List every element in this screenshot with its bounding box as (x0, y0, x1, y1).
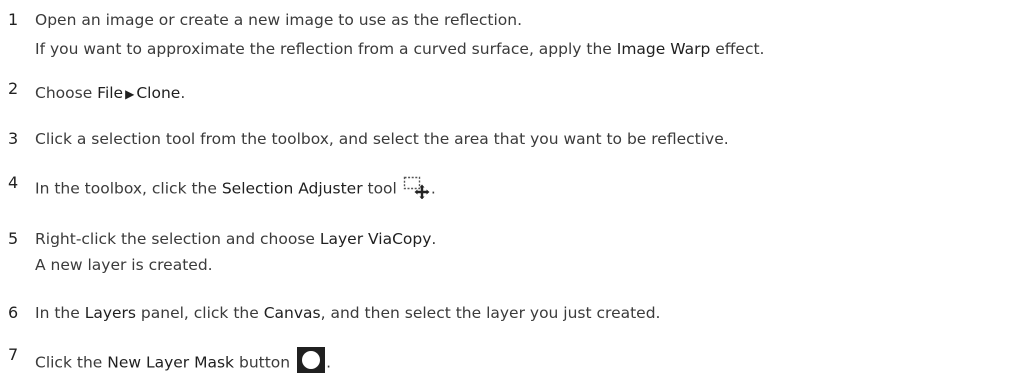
step-text-part: A new layer is created. (35, 256, 213, 274)
step-text: In the toolbox, click the Selection Adju… (35, 175, 436, 201)
step-number: 7 (8, 345, 19, 364)
step-text-part: If you want to approximate the reflectio… (35, 40, 617, 58)
menu-arrow-glyph: ▶ (125, 87, 135, 101)
step-text-part: Click the (35, 353, 108, 372)
step-number: 6 (8, 303, 19, 322)
step-text-part: effect. (710, 40, 765, 58)
step-number: 2 (8, 79, 19, 98)
step-text: Open an image or create a new image to u… (35, 10, 522, 30)
step-text-part: Open an image or create a new image to u… (35, 11, 523, 29)
ui-term: File (97, 84, 124, 102)
instruction-steps: 1 Open an image or create a new image to… (0, 0, 1018, 379)
ui-term: Image Warp (616, 40, 711, 58)
step-text-part: , and then select the layer you just cre… (320, 304, 661, 322)
ui-term: Copy (392, 230, 432, 248)
step-text-part: tool (362, 179, 397, 198)
step-text: Click the New Layer Mask button. (35, 346, 332, 377)
selection-adjuster-icon (403, 175, 431, 200)
step-text-part: In the toolbox, click the (35, 179, 222, 198)
step-text: Choose File ▶ Clone. (35, 83, 185, 104)
step-text-part: Click a selection tool from the toolbox,… (35, 130, 729, 148)
step-text-part: . (431, 230, 437, 248)
ui-term: Selection Adjuster (221, 179, 363, 198)
new-layer-mask-icon (296, 346, 326, 374)
step-number: 4 (8, 173, 19, 192)
step-text-part: Choose (35, 84, 98, 102)
step-subtext: If you want to approximate the reflectio… (35, 39, 765, 59)
ui-term: Canvas (263, 304, 321, 322)
step-text-part: button (234, 353, 291, 372)
ui-term: Layer Via (319, 230, 393, 248)
step-text-part: panel, click the (135, 304, 264, 322)
step-number: 5 (8, 229, 19, 248)
step-text-part: In the (35, 304, 85, 322)
step-subtext: A new layer is created. (35, 255, 213, 275)
step-text: Click a selection tool from the toolbox,… (35, 129, 729, 149)
step-text-part: . (326, 353, 332, 372)
ui-term: Clone (136, 84, 181, 102)
step-text-part: . (180, 84, 186, 102)
step-text: In the Layers panel, click the Canvas, a… (35, 303, 660, 323)
ui-term: Layers (84, 304, 136, 322)
step-text: Right-click the selection and choose Lay… (35, 229, 436, 249)
step-number: 1 (8, 10, 19, 29)
step-number: 3 (8, 129, 19, 148)
step-text-part: . (430, 179, 436, 198)
step-text-part: Right-click the selection and choose (35, 230, 320, 248)
ui-term: New Layer Mask (107, 353, 235, 372)
